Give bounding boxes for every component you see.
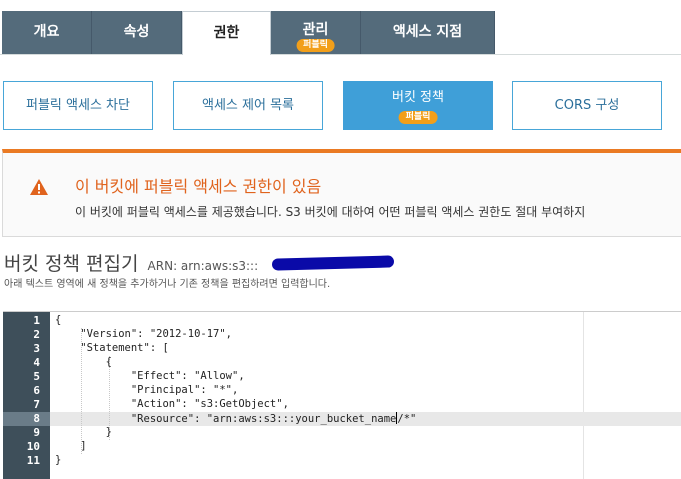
line-number: 1 bbox=[33, 314, 40, 327]
line-number-gutter: 1 2 3 4 5 6 7 8 9 10 11 bbox=[3, 312, 50, 479]
code-line[interactable]: { bbox=[55, 356, 112, 368]
block-public-access-label: 퍼블릭 액세스 차단 bbox=[26, 98, 130, 113]
code-line[interactable]: } bbox=[55, 426, 112, 438]
tab-properties[interactable]: 속성 bbox=[92, 11, 182, 54]
line-number: 3 bbox=[33, 342, 40, 355]
code-line[interactable]: "Action": "s3:GetObject", bbox=[55, 398, 289, 410]
warning-title: 이 버킷에 퍼블릭 액세스 권한이 있음 bbox=[75, 177, 322, 196]
public-badge: 퍼블릭 bbox=[398, 111, 438, 124]
code-line[interactable]: ] bbox=[55, 440, 86, 452]
line-number: 8 bbox=[33, 412, 40, 425]
code-area[interactable]: { "Version": "2012-10-17", "Statement": … bbox=[50, 312, 681, 479]
acl-button[interactable]: 액세스 제어 목록 bbox=[173, 81, 323, 130]
tab-access-points[interactable]: 액세스 지점 bbox=[361, 11, 495, 54]
public-badge: 퍼블릭 bbox=[296, 39, 335, 52]
line-number: 6 bbox=[33, 384, 40, 397]
warning-triangle-icon bbox=[30, 179, 48, 195]
main-tab-bar: 개요 속성 권한 관리 퍼블릭 액세스 지점 bbox=[0, 0, 681, 55]
line-number: 4 bbox=[33, 356, 40, 369]
policy-editor-title: 버킷 정책 편집기 bbox=[4, 253, 139, 275]
bucket-policy-label: 버킷 정책 bbox=[392, 90, 444, 105]
line-number: 7 bbox=[33, 398, 40, 411]
code-line[interactable]: } bbox=[55, 454, 61, 466]
policy-editor-heading: 버킷 정책 편집기 ARN: arn:aws:s3::: bbox=[4, 249, 258, 276]
policy-code-editor[interactable]: 1 2 3 4 5 6 7 8 9 10 11 { "Version": "2012-10-17",… bbox=[3, 311, 681, 479]
public-access-warning: 이 버킷에 퍼블릭 액세스 권한이 있음 이 버킷에 퍼블릭 액세스를 제공했습… bbox=[2, 149, 681, 237]
redaction-mark bbox=[271, 255, 395, 271]
code-line[interactable]: "Version": "2012-10-17", bbox=[55, 328, 232, 340]
block-public-access-button[interactable]: 퍼블릭 액세스 차단 bbox=[3, 81, 153, 130]
code-line[interactable]: "Resource": "arn:aws:s3:::your_bucket_na… bbox=[55, 412, 416, 425]
tab-access-points-label: 액세스 지점 bbox=[392, 24, 463, 40]
policy-editor-description: 아래 텍스트 영역에 새 정책을 추가하거나 기존 정책을 편집하려면 입력합니… bbox=[4, 279, 331, 290]
tab-properties-label: 속성 bbox=[123, 24, 150, 40]
warning-body: 이 버킷에 퍼블릭 액세스를 제공했습니다. S3 버킷에 대하여 어떤 퍼블릭… bbox=[75, 205, 586, 219]
code-line[interactable]: "Statement": [ bbox=[55, 342, 169, 354]
code-line[interactable]: { bbox=[55, 314, 61, 326]
line-number: 11 bbox=[26, 454, 40, 467]
line-number: 5 bbox=[33, 370, 40, 383]
line-number: 9 bbox=[33, 426, 40, 439]
line-number: 10 bbox=[26, 440, 40, 453]
bucket-policy-button[interactable]: 버킷 정책 퍼블릭 bbox=[343, 81, 493, 130]
active-line-number-highlight bbox=[3, 412, 50, 426]
tab-permissions[interactable]: 권한 bbox=[182, 11, 271, 55]
line-number: 2 bbox=[33, 328, 40, 341]
cors-config-button[interactable]: CORS 구성 bbox=[512, 81, 662, 130]
tab-bar-divider bbox=[0, 54, 681, 55]
cors-config-label: CORS 구성 bbox=[554, 98, 620, 113]
code-line[interactable]: "Effect": "Allow", bbox=[55, 370, 245, 382]
tab-permissions-label: 권한 bbox=[213, 25, 240, 41]
tab-management[interactable]: 관리 퍼블릭 bbox=[271, 11, 361, 54]
code-line[interactable]: "Principal": "*", bbox=[55, 384, 238, 396]
acl-label: 액세스 제어 목록 bbox=[202, 98, 294, 113]
print-margin bbox=[583, 312, 584, 479]
tab-overview-label: 개요 bbox=[33, 24, 60, 40]
text-cursor bbox=[396, 412, 398, 424]
bucket-arn: ARN: arn:aws:s3::: bbox=[147, 259, 259, 273]
tab-overview[interactable]: 개요 bbox=[2, 11, 92, 54]
